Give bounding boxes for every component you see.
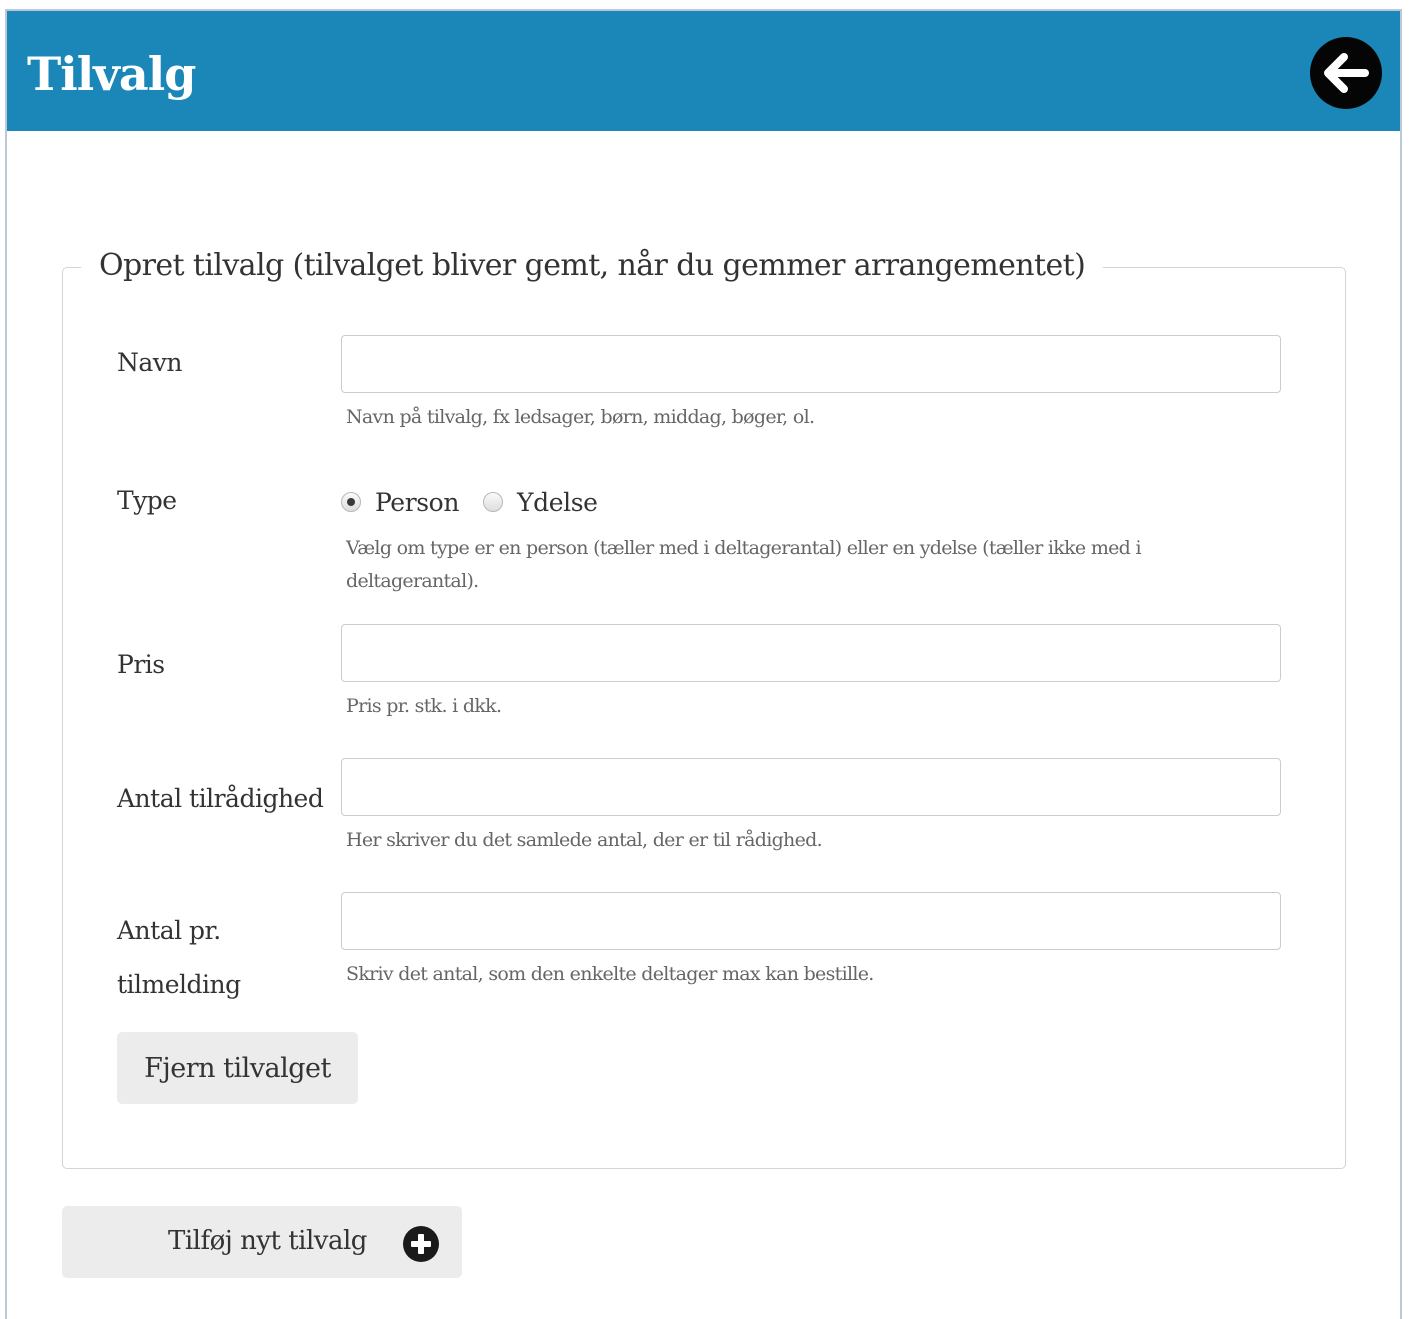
person-radio-label: Person [375,487,460,517]
remove-option-button[interactable]: Fjern tilvalget [117,1032,358,1104]
ydelse-radio[interactable] [483,492,504,512]
back-button[interactable] [1310,37,1382,109]
page-title: Tilvalg [27,47,196,101]
navn-help: Navn på tilvalg, fx ledsager, børn, midd… [346,406,815,428]
antal-pr-tilmelding-label: Antal pr. tilmelding [117,916,241,999]
antal-tilraadighed-label: Antal tilrådighed [117,784,324,813]
type-option-ydelse[interactable]: Ydelse [483,488,598,517]
navn-label: Navn [117,348,183,377]
add-option-button[interactable]: Tilføj nyt tilvalg [62,1206,462,1278]
antal-tilraadighed-input[interactable] [341,758,1281,816]
antal-pr-tilmelding-input[interactable] [341,892,1281,950]
pris-input[interactable] [341,624,1281,682]
option-fieldset: Opret tilvalg (tilvalget bliver gemt, nå… [62,246,1346,1169]
pris-help: Pris pr. stk. i dkk. [346,695,502,717]
plus-circle-icon [403,1226,439,1262]
pris-label: Pris [117,650,165,679]
type-help: Vælg om type er en person (tæller med i … [346,537,1142,592]
page-header: Tilvalg [7,11,1400,131]
app-window: Tilvalg Opret tilvalg (tilvalget bliver … [5,9,1402,1319]
fieldset-legend: Opret tilvalg (tilvalget bliver gemt, nå… [81,246,1104,285]
antal-pr-tilmelding-help: Skriv det antal, som den enkelte deltage… [346,963,874,985]
ydelse-radio-label: Ydelse [517,487,598,517]
navn-input[interactable] [341,335,1281,393]
arrow-left-circle-icon [1324,53,1369,93]
add-option-label: Tilføj nyt tilvalg [168,1226,367,1256]
antal-tilraadighed-help: Her skriver du det samlede antal, der er… [346,829,823,851]
person-radio[interactable] [341,492,361,512]
type-radio-group: Person Ydelse [341,482,598,522]
type-label: Type [117,486,177,515]
type-option-person[interactable]: Person [341,488,459,517]
